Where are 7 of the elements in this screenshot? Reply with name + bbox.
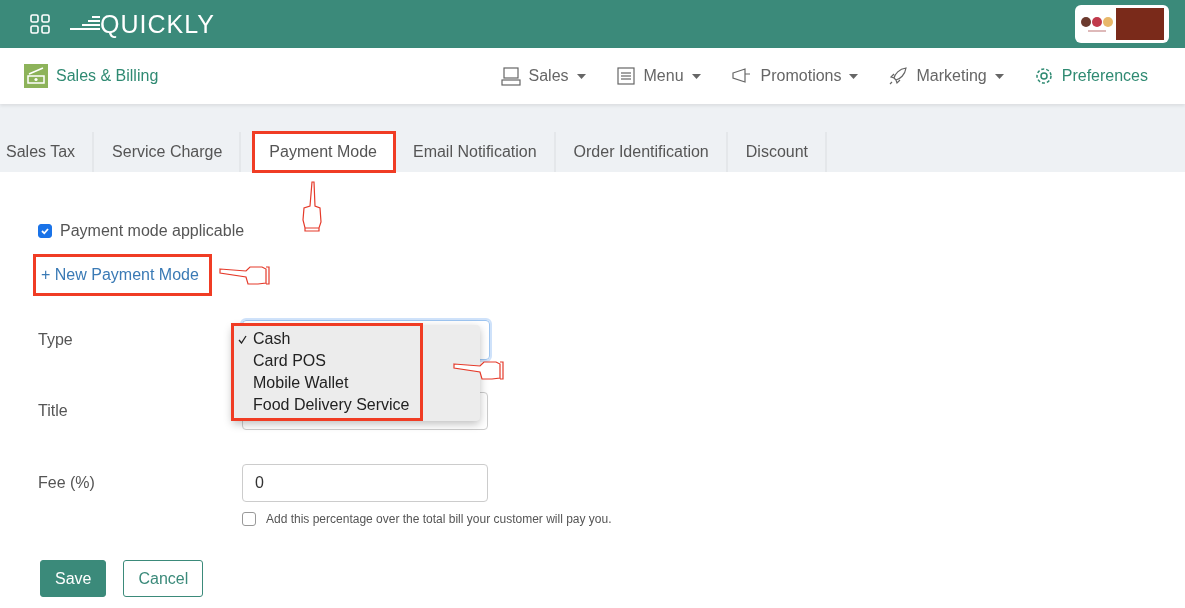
checkbox-label: Add this percentage over the total bill your customer will pay you. (266, 512, 612, 526)
section-title: Sales & Billing (56, 67, 159, 85)
brand-logo: QUICKLY (100, 9, 215, 39)
checkbox-label: Payment mode applicable (60, 222, 245, 240)
field-label: Title (38, 402, 69, 420)
field-label: Fee (%) (38, 473, 96, 493)
field-label: Type (38, 331, 74, 349)
